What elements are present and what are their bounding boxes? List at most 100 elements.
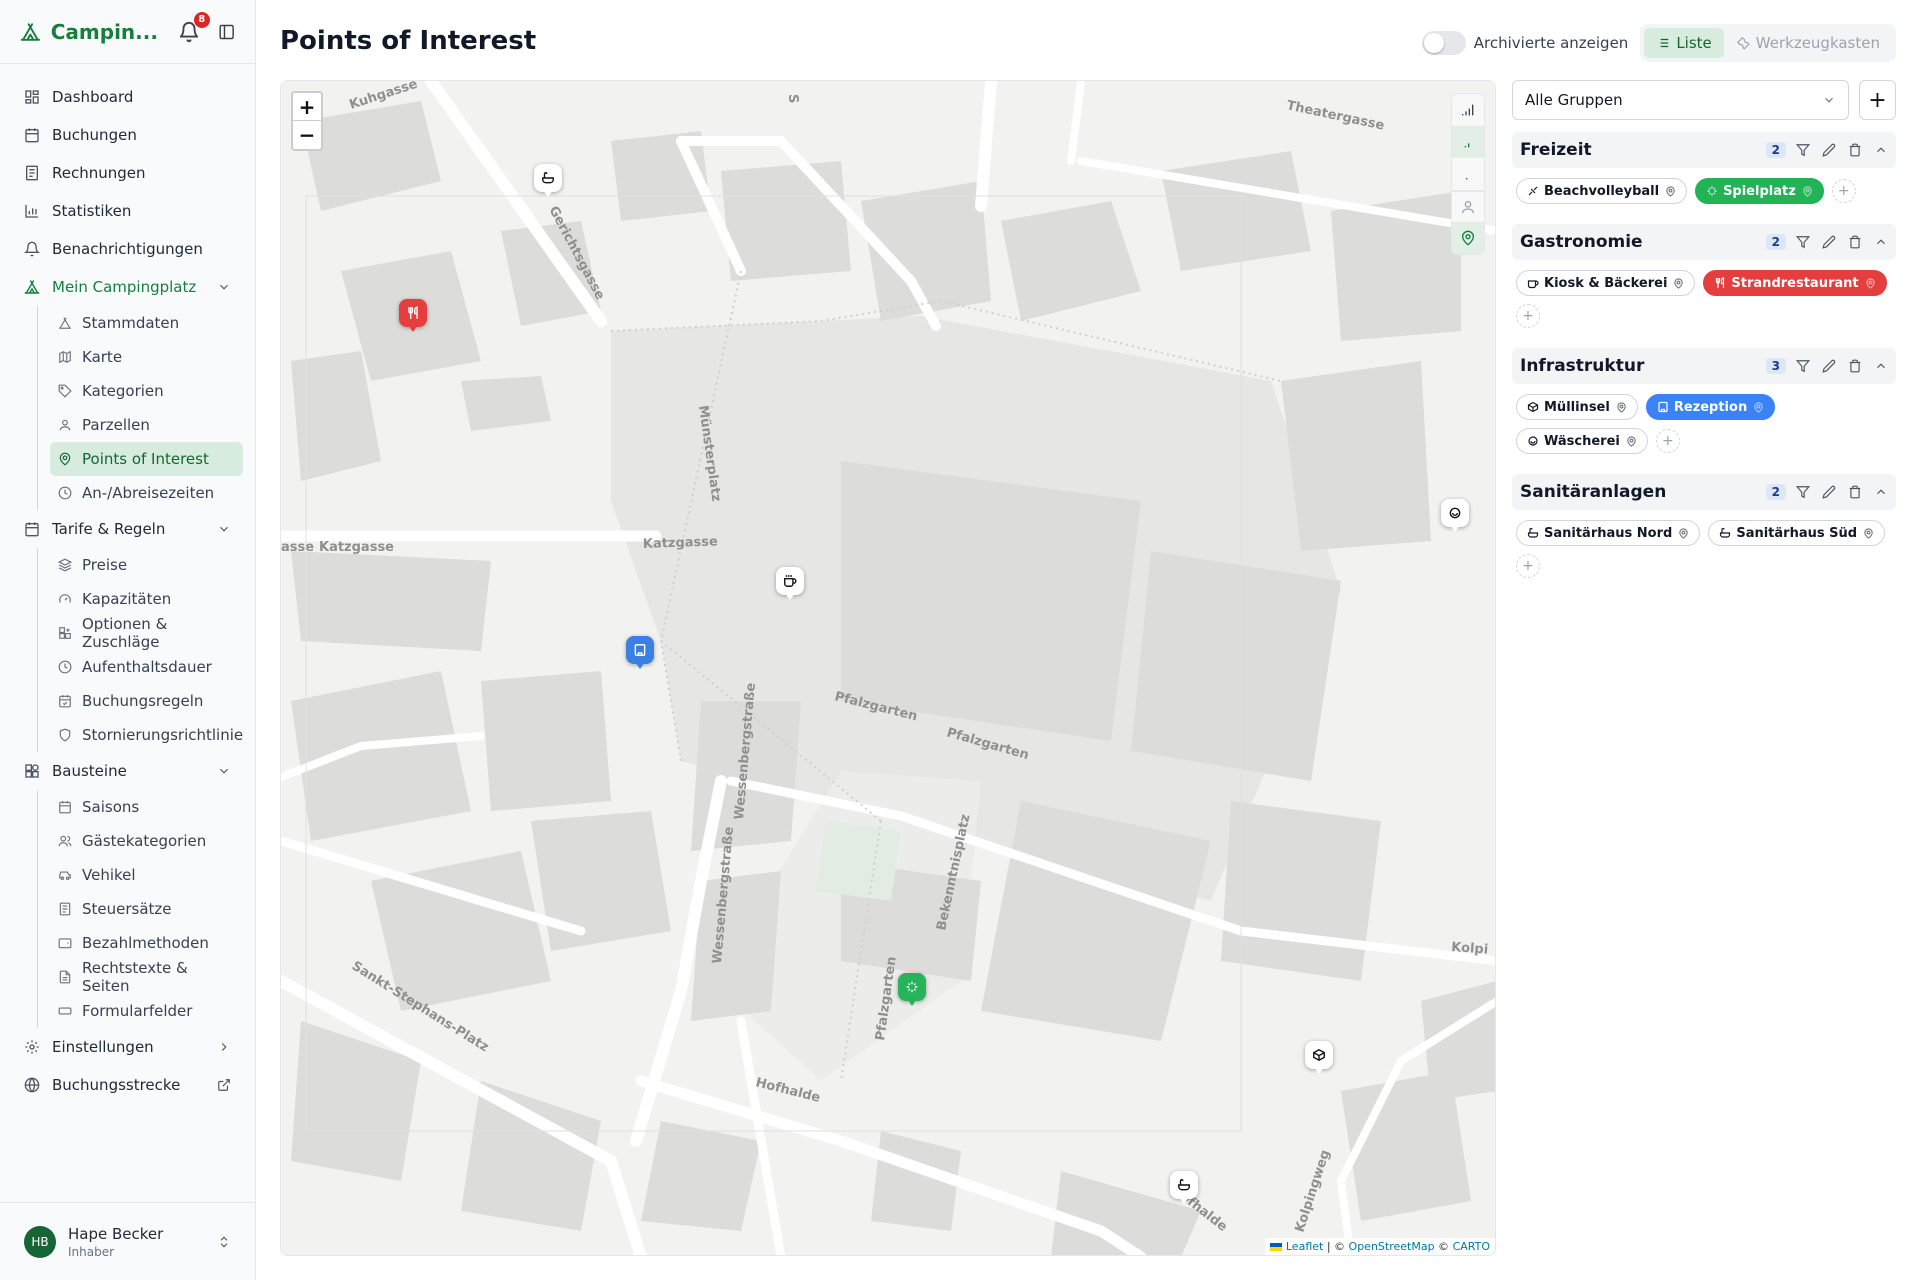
add-group-button[interactable]: +	[1859, 80, 1896, 120]
add-poi-button[interactable]: +	[1516, 554, 1540, 578]
sidebar-item-parzellen[interactable]: Parzellen	[50, 408, 243, 442]
nav-einstellungen[interactable]: Einstellungen	[12, 1028, 243, 1066]
poi-chip-strandrestaurant[interactable]: Strandrestaurant	[1703, 270, 1887, 296]
nav-tarife-regeln[interactable]: Tarife & Regeln	[12, 510, 243, 548]
sidebar-item-kategorien[interactable]: Kategorien	[50, 374, 243, 408]
sidebar-toggle-icon[interactable]	[218, 22, 235, 42]
package-icon	[1313, 1048, 1325, 1062]
filter-icon[interactable]	[1796, 485, 1810, 499]
sidebar-item-stammdaten[interactable]: Stammdaten	[50, 306, 243, 340]
signal-high-button[interactable]	[1452, 94, 1484, 126]
add-poi-button[interactable]: +	[1516, 304, 1540, 328]
edit-icon[interactable]	[1822, 485, 1836, 499]
poi-chip-sanitaerhaus-nord[interactable]: Sanitärhaus Nord	[1516, 520, 1701, 546]
tag-icon	[58, 384, 72, 398]
sidebar-item-gaestekategorien[interactable]: Gästekategorien	[50, 824, 243, 858]
sidebar-item-label: Saisons	[82, 798, 140, 816]
list-view-button[interactable]: Liste	[1644, 28, 1724, 58]
trash-icon[interactable]	[1848, 359, 1862, 373]
group-header[interactable]: Freizeit 2	[1512, 132, 1896, 168]
poi-chip-beachvolleyball[interactable]: Beachvolleyball	[1516, 178, 1688, 204]
poi-chip-label: Spielplatz	[1723, 183, 1796, 199]
sidebar-item-buchungsregeln[interactable]: Buchungsregeln	[50, 684, 243, 718]
poi-chip-muellinsel[interactable]: Müllinsel	[1516, 394, 1638, 420]
poi-chip-kiosk-baeckerei[interactable]: Kiosk & Bäckerei	[1516, 270, 1696, 296]
nav-buchungen[interactable]: Buchungen	[12, 116, 243, 154]
sidebar-item-preise[interactable]: Preise	[50, 548, 243, 582]
poi-marker-spielplatz[interactable]	[898, 973, 926, 1007]
poi-chip-sanitaerhaus-sued[interactable]: Sanitärhaus Süd	[1708, 520, 1886, 546]
group-filter-select[interactable]: Alle Gruppen	[1512, 80, 1850, 120]
signal-medium-button[interactable]	[1452, 126, 1484, 158]
trash-icon[interactable]	[1848, 235, 1862, 249]
sidebar-item-steuersaetze[interactable]: Steuersätze	[50, 892, 243, 926]
group-header[interactable]: Sanitäranlagen 2	[1512, 474, 1896, 510]
filter-icon[interactable]	[1796, 235, 1810, 249]
sidebar-item-stornierung[interactable]: Stornierungsrichtlinie	[50, 718, 243, 752]
globe-icon	[24, 1077, 40, 1093]
nav-bausteine[interactable]: Bausteine	[12, 752, 243, 790]
sidebar-item-an-abreisezeiten[interactable]: An-/Abreisezeiten	[50, 476, 243, 510]
user-menu[interactable]: HB Hape Becker Inhaber	[0, 1202, 255, 1280]
attribution-osm-link[interactable]: OpenStreetMap	[1349, 1240, 1435, 1253]
signal-low-button[interactable]	[1452, 158, 1484, 190]
nav-buchungsstrecke[interactable]: Buchungsstrecke	[12, 1066, 243, 1104]
poi-chip-label: Wäscherei	[1544, 433, 1620, 449]
sidebar-item-aufenthaltsdauer[interactable]: Aufenthaltsdauer	[50, 650, 243, 684]
notifications-button[interactable]: 8	[178, 11, 210, 43]
brand-name[interactable]: Campin...	[51, 20, 160, 44]
poi-chip-spielplatz[interactable]: Spielplatz	[1695, 178, 1824, 204]
sidebar-item-kapazitaeten[interactable]: Kapazitäten	[50, 582, 243, 616]
poi-chip-waescherei[interactable]: Wäscherei	[1516, 428, 1648, 454]
sidebar-item-vehikel[interactable]: Vehikel	[50, 858, 243, 892]
coffee-icon	[784, 575, 797, 587]
poi-marker-kiosk-baeckerei[interactable]	[776, 567, 804, 601]
poi-layer-button[interactable]	[1452, 222, 1484, 254]
zoom-in-button[interactable]: +	[293, 93, 321, 121]
sidebar-item-karte[interactable]: Karte	[50, 340, 243, 374]
group-header[interactable]: Infrastruktur 3	[1512, 348, 1896, 384]
add-poi-button[interactable]: +	[1655, 429, 1680, 453]
nav-rechnungen[interactable]: Rechnungen	[12, 154, 243, 192]
trash-icon[interactable]	[1848, 143, 1862, 157]
nav-dashboard[interactable]: Dashboard	[12, 78, 243, 116]
zoom-out-button[interactable]: −	[293, 121, 321, 149]
poi-marker-sanitaerhaus-nord[interactable]	[534, 164, 562, 198]
sidebar-item-points-of-interest[interactable]: Points of Interest	[50, 442, 243, 476]
user-location-button[interactable]	[1452, 190, 1484, 222]
poi-marker-rezeption[interactable]	[626, 636, 654, 670]
sidebar-item-rechtstexte[interactable]: Rechtstexte & Seiten	[50, 959, 243, 995]
filter-icon[interactable]	[1796, 359, 1810, 373]
filter-icon[interactable]	[1796, 143, 1810, 157]
sidebar-item-saisons[interactable]: Saisons	[50, 790, 243, 824]
edit-icon[interactable]	[1822, 143, 1836, 157]
poi-marker-muellinsel[interactable]	[1305, 1041, 1333, 1075]
sidebar-item-optionen[interactable]: Optionen & Zuschläge	[50, 615, 243, 651]
poi-chip-rezeption[interactable]: Rezeption	[1645, 394, 1776, 420]
trash-icon[interactable]	[1848, 485, 1862, 499]
sidebar-item-bezahlmethoden[interactable]: Bezahlmethoden	[50, 926, 243, 960]
add-poi-button[interactable]: +	[1831, 179, 1856, 203]
toolbox-view-button[interactable]: Werkzeugkasten	[1724, 28, 1892, 58]
edit-icon[interactable]	[1822, 235, 1836, 249]
edit-icon[interactable]	[1822, 359, 1836, 373]
poi-marker-waescherei[interactable]	[1441, 499, 1469, 533]
sidebar-item-label: Parzellen	[82, 416, 150, 434]
chevron-up-icon[interactable]	[1874, 359, 1888, 373]
nav-statistiken[interactable]: Statistiken	[12, 192, 243, 230]
poi-marker-sanitaerhaus-sued[interactable]	[1170, 1171, 1198, 1205]
group-header[interactable]: Gastronomie 2	[1512, 224, 1896, 260]
archived-toggle[interactable]	[1421, 31, 1466, 55]
attribution-leaflet-link[interactable]: Leaflet	[1286, 1240, 1323, 1253]
sidebar-item-formularfelder[interactable]: Formularfelder	[50, 994, 243, 1028]
chevron-up-icon[interactable]	[1874, 143, 1888, 157]
poi-marker-strandrestaurant[interactable]	[399, 299, 427, 333]
nav-mein-campingplatz[interactable]: Mein Campingplatz	[12, 268, 243, 306]
map[interactable]: Kuhgasse Theatergasse Gerichtsgasse Müns…	[280, 80, 1496, 1256]
nav-benachrichtigungen[interactable]: Benachrichtigungen	[12, 230, 243, 268]
map-pin-icon	[1754, 401, 1763, 413]
attribution-carto-link[interactable]: CARTO	[1453, 1240, 1490, 1253]
bell-icon	[24, 241, 40, 257]
chevron-up-icon[interactable]	[1874, 485, 1888, 499]
chevron-up-icon[interactable]	[1874, 235, 1888, 249]
